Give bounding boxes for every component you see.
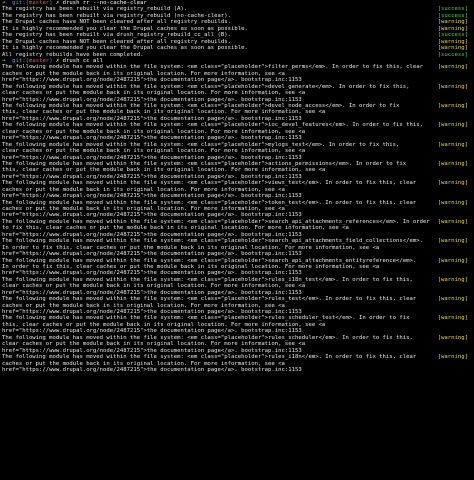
prompt-git-label: git:( (12, 0, 29, 6)
command-text: drush rr --no-cache-clear (59, 0, 147, 6)
terminal-window[interactable]: ➜ git:(master) ✗ drush rr --no-cache-cle… (0, 0, 474, 480)
prompt-branch-name: master (28, 57, 50, 64)
log-message: href="https://www.drupal.org/node/248721… (2, 366, 302, 373)
command-text: drush cc all (59, 57, 104, 64)
prompt-git-label: git:( (12, 57, 29, 64)
output-line: href="https://www.drupal.org/node/248721… (0, 367, 474, 373)
prompt-branch-name: master (28, 0, 50, 6)
